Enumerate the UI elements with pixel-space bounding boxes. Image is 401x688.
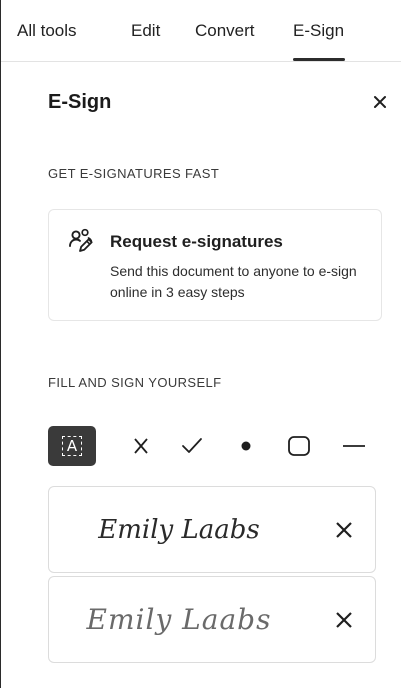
request-esignatures-card[interactable]: Request e-signatures Send this document … — [48, 209, 382, 321]
line-icon — [343, 445, 365, 447]
tab-esign[interactable]: E-Sign — [293, 21, 344, 41]
close-icon — [336, 612, 352, 628]
panel-title: E-Sign — [48, 91, 112, 113]
signature-handwritten: Emily Laabs — [86, 603, 272, 636]
remove-signature-button[interactable] — [333, 519, 355, 541]
cross-mark-tool-button[interactable] — [126, 426, 156, 466]
add-text-tool-button[interactable]: A — [48, 426, 96, 466]
add-text-icon: A — [61, 436, 83, 456]
tab-all-tools[interactable]: All tools — [17, 21, 77, 41]
dot-icon — [241, 441, 251, 451]
saved-signature-handwritten[interactable]: Emily Laabs — [48, 576, 376, 663]
check-mark-tool-button[interactable] — [177, 426, 207, 466]
tab-edit[interactable]: Edit — [131, 21, 160, 41]
request-esignatures-description: Send this document to anyone to e-sign o… — [110, 263, 357, 300]
tab-convert[interactable]: Convert — [195, 21, 255, 41]
check-mark-icon — [182, 438, 202, 453]
request-signatures-icon — [69, 228, 93, 252]
line-tool-button[interactable] — [338, 426, 370, 466]
section-label-get-esignatures: GET E-SIGNATURES FAST — [48, 166, 220, 181]
esign-panel-window: All tools Edit Convert E-Sign E-Sign GET… — [0, 0, 401, 688]
dot-tool-button[interactable] — [231, 426, 261, 466]
active-tab-indicator — [293, 58, 345, 61]
saved-signature-typed[interactable]: Emily Laabs — [48, 486, 376, 573]
rounded-box-icon — [288, 436, 310, 456]
top-tab-bar: All tools Edit Convert E-Sign — [1, 0, 401, 62]
close-icon — [374, 96, 386, 108]
request-esignatures-title: Request e-signatures — [110, 232, 283, 251]
close-button[interactable] — [369, 91, 391, 113]
rounded-box-tool-button[interactable] — [284, 426, 314, 466]
close-icon — [336, 522, 352, 538]
remove-signature-button[interactable] — [333, 609, 355, 631]
signature-typed-script: Emily Laabs — [98, 514, 260, 545]
cross-mark-icon — [134, 438, 148, 454]
section-label-fill-and-sign: FILL AND SIGN YOURSELF — [48, 375, 222, 390]
